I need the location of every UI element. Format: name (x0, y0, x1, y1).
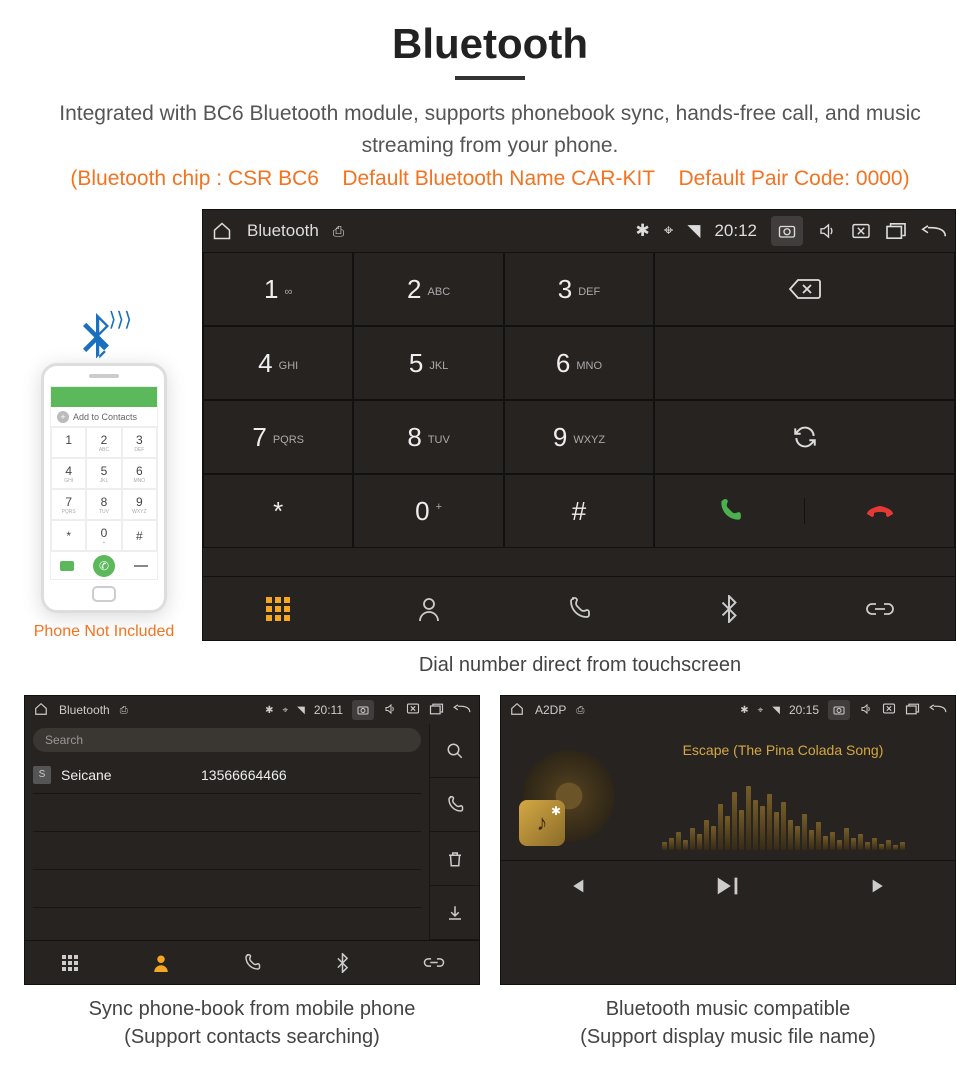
nav-contacts[interactable] (116, 941, 207, 984)
description: Integrated with BC6 Bluetooth module, su… (0, 98, 980, 161)
nav-recents[interactable] (504, 576, 654, 640)
key-9[interactable]: 9WXYZ (504, 400, 654, 474)
screenshot-icon[interactable] (828, 700, 850, 720)
side-download[interactable] (429, 886, 479, 940)
topbar-title: Bluetooth (59, 703, 110, 717)
key-star[interactable]: * (203, 474, 353, 548)
nav-pair[interactable] (805, 576, 955, 640)
volume-icon[interactable] (383, 703, 397, 718)
phone-note: Phone Not Included (24, 623, 184, 641)
close-icon[interactable] (851, 223, 871, 239)
prev-button[interactable] (565, 875, 587, 902)
key-7[interactable]: 7PQRS (203, 400, 353, 474)
call-button[interactable] (655, 498, 805, 524)
music-caption: Bluetooth music compatible(Support displ… (500, 995, 956, 1051)
title-underline (455, 76, 525, 80)
topbar-title: A2DP (535, 703, 566, 717)
contact-row (33, 794, 421, 832)
home-icon[interactable] (509, 702, 525, 719)
gps-icon: ⌖ (758, 705, 764, 716)
wifi-icon: ◥ (687, 221, 700, 241)
wifi-icon: ◥ (772, 705, 780, 716)
key-2[interactable]: 2ABC (353, 252, 503, 326)
side-search[interactable] (429, 724, 479, 778)
home-icon[interactable] (211, 221, 233, 241)
nav-pair[interactable] (388, 941, 479, 984)
key-0[interactable]: 0+ (353, 474, 503, 548)
back-icon[interactable] (921, 223, 947, 239)
key-6[interactable]: 6MNO (504, 326, 654, 400)
next-button[interactable] (869, 875, 891, 902)
page-title: Bluetooth (0, 20, 980, 68)
key-5[interactable]: 5JKL (353, 326, 503, 400)
contact-badge: S (33, 766, 51, 784)
contact-row[interactable]: S Seicane 13566664466 (33, 756, 421, 794)
key-8[interactable]: 8TUV (353, 400, 503, 474)
contacts-caption: Sync phone-book from mobile phone(Suppor… (24, 995, 480, 1051)
specs-line: (Bluetooth chip : CSR BC6 Default Blueto… (0, 161, 980, 209)
key-hash[interactable]: # (504, 474, 654, 548)
nav-contacts[interactable] (353, 576, 503, 640)
clock: 20:15 (789, 703, 819, 717)
side-delete[interactable] (429, 832, 479, 886)
contact-name: Seicane (61, 767, 201, 783)
usb-icon: ⎙ (333, 223, 344, 240)
recents-icon[interactable] (905, 703, 920, 718)
close-icon[interactable] (406, 703, 420, 717)
smartphone-mock: Add to Contacts 1 2ABC3DEF 4GHI5JKL6MNO … (41, 363, 167, 613)
side-call[interactable] (429, 778, 479, 832)
music-device: A2DP ⎙ ✱ ⌖ ◥ 20:15 (500, 695, 956, 985)
key-blank-1 (654, 326, 955, 400)
key-3[interactable]: 3DEF (504, 252, 654, 326)
contact-row (33, 870, 421, 908)
nav-dial[interactable] (203, 576, 353, 640)
playpause-button[interactable] (714, 874, 742, 903)
contact-row (33, 832, 421, 870)
bluetooth-icon: ⟩⟩⟩ (74, 313, 118, 377)
phone-add-contacts: Add to Contacts (51, 407, 157, 427)
key-backspace[interactable] (654, 252, 955, 326)
usb-icon: ⎙ (120, 705, 128, 716)
volume-icon[interactable] (817, 222, 837, 240)
back-icon[interactable] (453, 703, 471, 717)
song-title: Escape (The Pina Colada Song) (633, 742, 933, 758)
back-icon[interactable] (929, 703, 947, 717)
recents-icon[interactable] (885, 222, 907, 240)
bt-status-icon: ✱ (740, 705, 748, 716)
contacts-device: Bluetooth ⎙ ✱ ⌖ ◥ 20:11 Search (24, 695, 480, 985)
gps-icon: ⌖ (283, 705, 289, 716)
visualizer (633, 772, 933, 850)
usb-icon: ⎙ (576, 705, 584, 716)
nav-dial[interactable] (25, 941, 116, 984)
nav-bluetooth[interactable] (654, 576, 804, 640)
screenshot-icon[interactable] (352, 700, 374, 720)
key-4[interactable]: 4GHI (203, 326, 353, 400)
clock: 20:12 (714, 221, 757, 241)
wifi-icon: ◥ (297, 705, 305, 716)
key-call-row (654, 474, 955, 548)
nav-recents[interactable] (207, 941, 298, 984)
clock: 20:11 (314, 703, 343, 717)
close-icon[interactable] (882, 703, 896, 717)
nav-bluetooth[interactable] (297, 941, 388, 984)
search-input[interactable]: Search (33, 728, 421, 752)
key-refresh[interactable] (654, 400, 955, 474)
dialer-device: Bluetooth ⎙ ✱ ⌖ ◥ 20:12 1∞ 2ABC 3DEF (202, 209, 956, 641)
screenshot-icon[interactable] (771, 216, 803, 246)
gps-icon: ⌖ (664, 221, 674, 241)
home-icon[interactable] (33, 702, 49, 719)
key-1[interactable]: 1∞ (203, 252, 353, 326)
main-caption: Dial number direct from touchscreen (180, 651, 980, 679)
album-art: ♪✱ (523, 750, 615, 842)
topbar-title: Bluetooth (247, 221, 319, 241)
music-bt-icon: ♪✱ (519, 800, 565, 846)
contact-number: 13566664466 (201, 767, 287, 783)
bt-status-icon: ✱ (265, 705, 273, 716)
recents-icon[interactable] (429, 703, 444, 718)
bt-status-icon: ✱ (636, 221, 650, 241)
volume-icon[interactable] (859, 703, 873, 718)
hangup-button[interactable] (805, 500, 954, 522)
